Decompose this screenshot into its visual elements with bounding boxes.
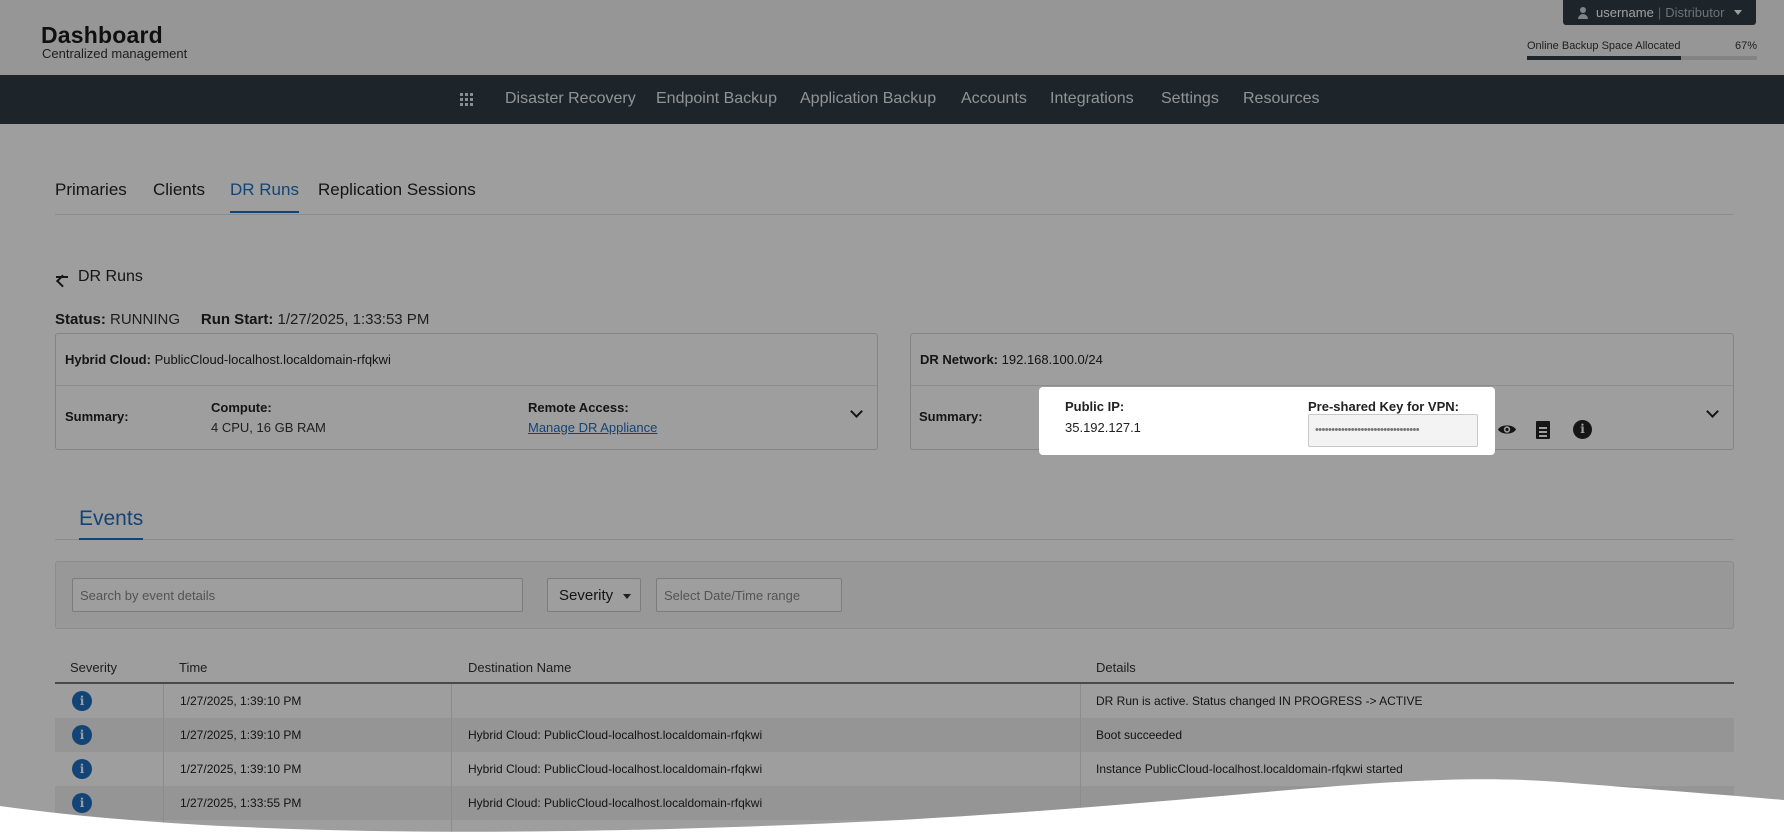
vpn-details-highlight: Public IP: 35.192.127.1 Pre-shared Key f… [1039,387,1495,455]
public-ip-value: 35.192.127.1 [1065,420,1141,435]
dim-overlay [0,0,1784,834]
psk-password-field[interactable]: •••••••••••••••••••••••••••••••• [1308,414,1478,447]
bottom-wave-decoration [0,779,1784,834]
public-ip-label: Public IP: [1065,399,1125,414]
psk-label: Pre-shared Key for VPN: [1308,399,1459,414]
